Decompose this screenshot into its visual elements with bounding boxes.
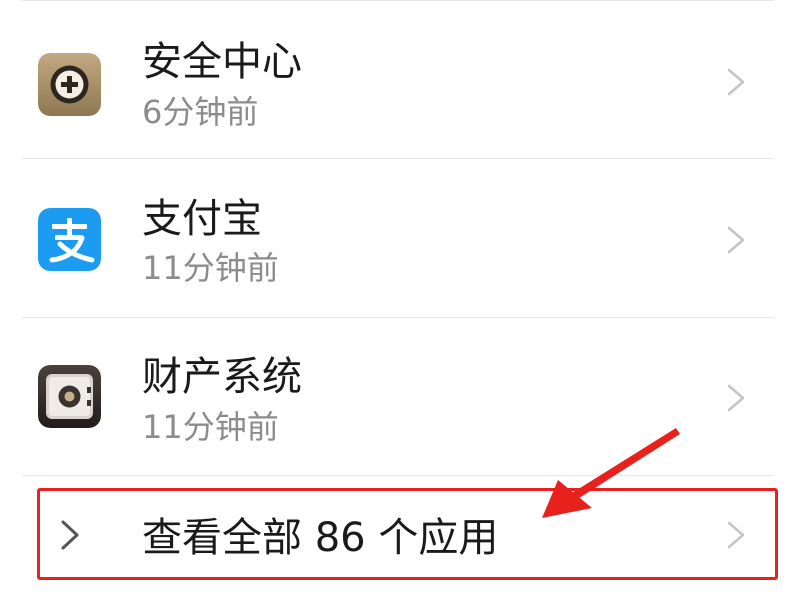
last-used-time: 6分钟前 [142,93,259,131]
alipay-icon [38,208,101,271]
chevron-right-icon [727,384,745,412]
security-center-icon [38,53,101,116]
chevron-right-icon [727,521,745,549]
view-all-apps-button[interactable]: 查看全部 86 个应用 [22,478,774,596]
app-name: 安全中心 [142,39,302,85]
app-usage-list: 安全中心 6分钟前 支付宝 11分钟前 财产系统 11分钟前 查看全部 86 个… [0,0,794,596]
divider [22,0,774,1]
app-name: 支付宝 [142,196,262,242]
divider [22,475,774,476]
last-used-time: 11分钟前 [142,408,279,446]
app-row-security-center[interactable]: 安全中心 6分钟前 [0,3,794,160]
view-all-apps-label: 查看全部 86 个应用 [142,515,499,561]
chevron-right-icon [727,226,745,254]
app-name: 财产系统 [142,354,302,400]
safe-vault-icon [38,365,101,428]
chevron-right-icon [727,68,745,96]
chevron-right-icon [61,520,79,550]
app-row-property-system[interactable]: 财产系统 11分钟前 [0,318,794,475]
app-row-alipay[interactable]: 支付宝 11分钟前 [0,159,794,316]
last-used-time: 11分钟前 [142,249,279,287]
